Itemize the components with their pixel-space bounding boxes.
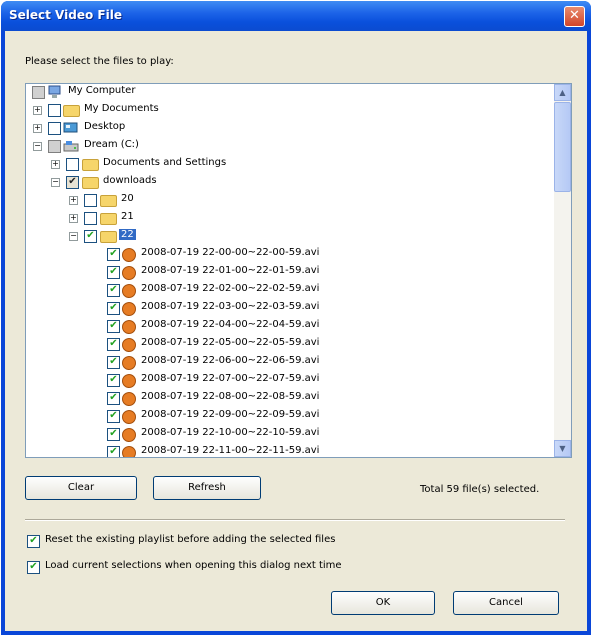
computer-icon [47, 85, 63, 99]
reset-playlist-label: Reset the existing playlist before addin… [45, 534, 336, 545]
expand-icon[interactable]: + [69, 196, 78, 205]
tree-checkbox[interactable]: ✔ [107, 284, 120, 297]
video-file-icon [122, 410, 136, 424]
scroll-down-button[interactable]: ▼ [554, 440, 571, 457]
tree-checkbox[interactable]: ✔ [107, 428, 120, 441]
expand-icon[interactable]: + [33, 106, 42, 115]
video-file-icon [122, 446, 136, 457]
tree-checkbox[interactable] [32, 86, 45, 99]
folder-icon [100, 195, 117, 207]
prompt-label: Please select the files to play: [25, 56, 174, 67]
tree-item-label: 2008-07-19 22-00-00~22-00-59.avi [141, 247, 320, 258]
scroll-up-button[interactable]: ▲ [554, 84, 571, 101]
tree-checkbox[interactable]: ✔ [107, 266, 120, 279]
video-file-icon [122, 284, 136, 298]
tree-checkbox[interactable] [48, 122, 61, 135]
load-selections-checkbox[interactable]: ✔ [27, 561, 40, 574]
tree-checkbox[interactable]: ✔ [107, 392, 120, 405]
chevron-up-icon: ▲ [559, 88, 566, 97]
collapse-icon[interactable]: − [33, 142, 42, 151]
tree-item-label: Documents and Settings [103, 157, 227, 168]
scrollbar-thumb[interactable] [554, 102, 571, 192]
tree-item-label: 2008-07-19 22-06-00~22-06-59.avi [141, 355, 320, 366]
tree-item-label: 2008-07-19 22-04-00~22-04-59.avi [141, 319, 320, 330]
tree-item-label: My Documents [84, 103, 159, 114]
tree-item-label: 2008-07-19 22-08-00~22-08-59.avi [141, 391, 320, 402]
collapse-icon[interactable]: − [51, 178, 60, 187]
selection-status: Total 59 file(s) selected. [420, 484, 540, 495]
close-icon: ✕ [569, 8, 580, 23]
tree-item-label: 2008-07-19 22-03-00~22-03-59.avi [141, 301, 320, 312]
folder-icon [82, 177, 99, 189]
folder-icon [63, 105, 80, 117]
expand-icon[interactable]: + [69, 214, 78, 223]
folder-icon [82, 159, 99, 171]
video-file-icon [122, 392, 136, 406]
tree-checkbox[interactable] [48, 104, 61, 117]
divider [25, 519, 565, 521]
select-video-file-dialog: Select Video File ✕ Please select the fi… [1, 1, 591, 635]
cancel-button[interactable]: Cancel [453, 591, 559, 615]
refresh-button[interactable]: Refresh [153, 476, 261, 500]
tree-item-label: Desktop [84, 121, 126, 132]
tree-checkbox[interactable]: ✔ [107, 356, 120, 369]
tree-checkbox[interactable]: ✔ [107, 338, 120, 351]
tree-checkbox[interactable]: ✔ [107, 446, 120, 457]
tree-item-label: 2008-07-19 22-05-00~22-05-59.avi [141, 337, 320, 348]
close-button[interactable]: ✕ [564, 6, 585, 27]
drive-icon [63, 139, 79, 153]
expand-icon[interactable]: + [33, 124, 42, 133]
tree-item-label: 22 [119, 229, 136, 240]
tree-checkbox[interactable]: ✔ [107, 410, 120, 423]
tree-item-label: 2008-07-19 22-11-00~22-11-59.avi [141, 445, 320, 456]
tree-item-label: 20 [121, 193, 134, 204]
video-file-icon [122, 428, 136, 442]
video-file-icon [122, 356, 136, 370]
ok-button[interactable]: OK [331, 591, 435, 615]
folder-icon [100, 231, 117, 243]
tree-checkbox[interactable]: ✔ [66, 176, 79, 189]
chevron-down-icon: ▼ [559, 444, 566, 453]
load-selections-label: Load current selections when opening thi… [45, 560, 342, 571]
tree-item-label: 2008-07-19 22-09-00~22-09-59.avi [141, 409, 320, 420]
video-file-icon [122, 248, 136, 262]
tree-item-label: downloads [103, 175, 157, 186]
title-bar[interactable]: Select Video File ✕ [1, 1, 591, 31]
video-file-icon [122, 266, 136, 280]
tree-checkbox[interactable] [48, 140, 61, 153]
tree-checkbox[interactable] [84, 212, 97, 225]
file-tree[interactable]: My Computer + My Documents + Desktop − D… [25, 83, 572, 458]
video-file-icon [122, 302, 136, 316]
tree-checkbox[interactable]: ✔ [107, 320, 120, 333]
tree-checkbox[interactable]: ✔ [107, 302, 120, 315]
dialog-body: Please select the files to play: My Comp… [5, 31, 587, 631]
dialog-title: Select Video File [9, 8, 122, 22]
video-file-icon [122, 320, 136, 334]
clear-button[interactable]: Clear [25, 476, 137, 500]
tree-item-label: 2008-07-19 22-02-00~22-02-59.avi [141, 283, 320, 294]
reset-playlist-checkbox[interactable]: ✔ [27, 535, 40, 548]
tree-item-label: 2008-07-19 22-01-00~22-01-59.avi [141, 265, 320, 276]
video-file-icon [122, 338, 136, 352]
tree-checkbox[interactable] [66, 158, 79, 171]
tree-checkbox[interactable]: ✔ [107, 374, 120, 387]
desktop-icon [63, 121, 79, 135]
tree-item-label: 2008-07-19 22-07-00~22-07-59.avi [141, 373, 320, 384]
tree-checkbox[interactable] [84, 194, 97, 207]
tree-checkbox[interactable]: ✔ [107, 248, 120, 261]
folder-icon [100, 213, 117, 225]
tree-item-label: Dream (C:) [84, 139, 139, 150]
expand-icon[interactable]: + [51, 160, 60, 169]
tree-checkbox[interactable]: ✔ [84, 230, 97, 243]
collapse-icon[interactable]: − [69, 232, 78, 241]
tree-scrollbar[interactable]: ▲ ▼ [554, 84, 571, 457]
tree-item-label: My Computer [68, 85, 136, 96]
tree-item-label: 2008-07-19 22-10-00~22-10-59.avi [141, 427, 320, 438]
video-file-icon [122, 374, 136, 388]
tree-item-label: 21 [121, 211, 134, 222]
